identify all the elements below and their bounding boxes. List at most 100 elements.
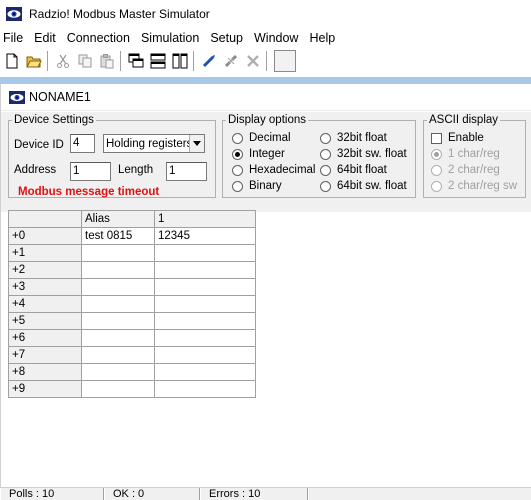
child-window: NONAME1 Device Settings Device ID 4 Hold… <box>0 84 531 487</box>
radio-integer[interactable]: Integer <box>232 148 285 160</box>
alias-cell[interactable] <box>81 346 155 364</box>
child-title-bar[interactable]: NONAME1 <box>1 84 531 111</box>
value-cell[interactable] <box>154 312 256 330</box>
radio-64bit-sw-float-indicator <box>320 180 331 192</box>
value-cell[interactable] <box>154 261 256 279</box>
copy-button[interactable] <box>75 51 95 71</box>
row-header[interactable]: +6 <box>8 329 82 347</box>
radio-64bit-sw-float[interactable]: 64bit sw. float <box>320 180 407 192</box>
row-header[interactable]: +9 <box>8 380 82 398</box>
open-button[interactable] <box>24 51 44 71</box>
alias-cell[interactable] <box>81 261 155 279</box>
row-header[interactable]: +2 <box>8 261 82 279</box>
radio-64bit-float[interactable]: 64bit float <box>320 164 387 176</box>
radio-32bit-float-indicator <box>320 132 331 144</box>
radio-binary[interactable]: Binary <box>232 180 282 192</box>
error-message: Modbus message timeout <box>18 186 160 198</box>
row-header[interactable]: +5 <box>8 312 82 330</box>
address-label: Address <box>14 164 57 176</box>
menu-window[interactable]: Window <box>251 28 304 48</box>
radio-32bit-float-label: 32bit float <box>337 132 387 144</box>
radio-32bit-float[interactable]: 32bit float <box>320 132 387 144</box>
status-errors: Errors : 10 <box>200 488 308 500</box>
radio-decimal[interactable]: Decimal <box>232 132 291 144</box>
window-title: Radzio! Modbus Master Simulator <box>29 6 210 21</box>
table-row: +1 <box>8 244 256 262</box>
connect-button[interactable] <box>199 51 219 71</box>
value-cell[interactable] <box>154 295 256 313</box>
radio-32bit-sw-float-label: 32bit sw. float <box>337 148 407 160</box>
ascii-enable-checkbox[interactable]: Enable <box>431 132 484 144</box>
alias-cell[interactable] <box>81 295 155 313</box>
menu-bar: File Edit Connection Simulation Setup Wi… <box>0 28 531 48</box>
ascii-enable-label: Enable <box>448 132 484 144</box>
alias-cell[interactable] <box>81 363 155 381</box>
tools-button[interactable] <box>243 51 263 71</box>
row-header[interactable]: +8 <box>8 363 82 381</box>
menu-edit[interactable]: Edit <box>31 28 62 48</box>
radio-32bit-sw-float[interactable]: 32bit sw. float <box>320 148 407 160</box>
radio-2-char-reg[interactable]: 2 char/reg <box>431 164 500 176</box>
menu-connection[interactable]: Connection <box>64 28 136 48</box>
chevron-down-icon[interactable] <box>189 135 204 152</box>
radio-2-char-reg-label: 2 char/reg <box>448 164 500 176</box>
menu-help[interactable]: Help <box>306 28 341 48</box>
table-row: +2 <box>8 261 256 279</box>
row-header[interactable]: +0 <box>8 227 82 245</box>
device-id-label: Device ID <box>14 139 64 151</box>
column-header-alias[interactable]: Alias <box>81 210 155 228</box>
radio-hexadecimal-indicator <box>232 164 243 176</box>
device-id-input[interactable]: 4 <box>70 134 95 153</box>
row-header[interactable]: +4 <box>8 295 82 313</box>
radio-2-char-reg-sw-label: 2 char/reg sw <box>448 180 518 192</box>
value-cell[interactable] <box>154 278 256 296</box>
radio-hexadecimal[interactable]: Hexadecimal <box>232 164 315 176</box>
paste-icon <box>100 54 114 69</box>
grid-header-row: Alias 1 <box>8 210 256 228</box>
radio-decimal-label: Decimal <box>249 132 291 144</box>
alias-cell[interactable] <box>81 244 155 262</box>
length-input[interactable]: 1 <box>166 162 207 181</box>
alias-cell[interactable] <box>81 329 155 347</box>
radio-2-char-reg-sw[interactable]: 2 char/reg sw <box>431 180 517 192</box>
value-cell[interactable] <box>154 346 256 364</box>
status-empty <box>308 488 531 500</box>
alias-cell[interactable] <box>81 380 155 398</box>
ascii-enable-box <box>431 132 442 144</box>
value-cell[interactable]: 12345 <box>154 227 256 245</box>
child-eye-icon <box>9 90 25 104</box>
value-cell[interactable] <box>154 244 256 262</box>
disconnect-icon <box>224 54 238 68</box>
value-cell[interactable] <box>154 329 256 347</box>
new-button[interactable] <box>2 51 22 71</box>
row-header[interactable]: +7 <box>8 346 82 364</box>
menu-setup[interactable]: Setup <box>207 28 249 48</box>
cascade-button[interactable] <box>126 51 146 71</box>
cut-button[interactable] <box>53 51 73 71</box>
row-header[interactable]: +1 <box>8 244 82 262</box>
register-type-select[interactable]: Holding registers <box>103 134 205 153</box>
radio-integer-indicator <box>232 148 243 160</box>
alias-cell[interactable] <box>81 278 155 296</box>
column-header-value[interactable]: 1 <box>154 210 256 228</box>
row-header[interactable]: +3 <box>8 278 82 296</box>
table-row: +4 <box>8 295 256 313</box>
alias-cell[interactable]: test 0815 <box>81 227 155 245</box>
radio-2-char-reg-sw-indicator <box>431 180 442 192</box>
address-input[interactable]: 1 <box>70 162 111 181</box>
menu-simulation[interactable]: Simulation <box>138 28 205 48</box>
tile-vertical-button[interactable] <box>170 51 190 71</box>
disconnect-button[interactable] <box>221 51 241 71</box>
tile-horizontal-icon <box>150 53 166 69</box>
paste-button[interactable] <box>97 51 117 71</box>
tile-horizontal-button[interactable] <box>148 51 168 71</box>
status-bar: Polls : 10 OK : 0 Errors : 10 <box>0 487 531 500</box>
alias-cell[interactable] <box>81 312 155 330</box>
menu-file[interactable]: File <box>0 28 29 48</box>
empty-toolbar-button[interactable] <box>274 50 296 72</box>
radio-1-char-reg[interactable]: 1 char/reg <box>431 148 500 160</box>
app-eye-icon <box>6 6 22 21</box>
tile-vertical-icon <box>172 53 188 69</box>
value-cell[interactable] <box>154 380 256 398</box>
value-cell[interactable] <box>154 363 256 381</box>
